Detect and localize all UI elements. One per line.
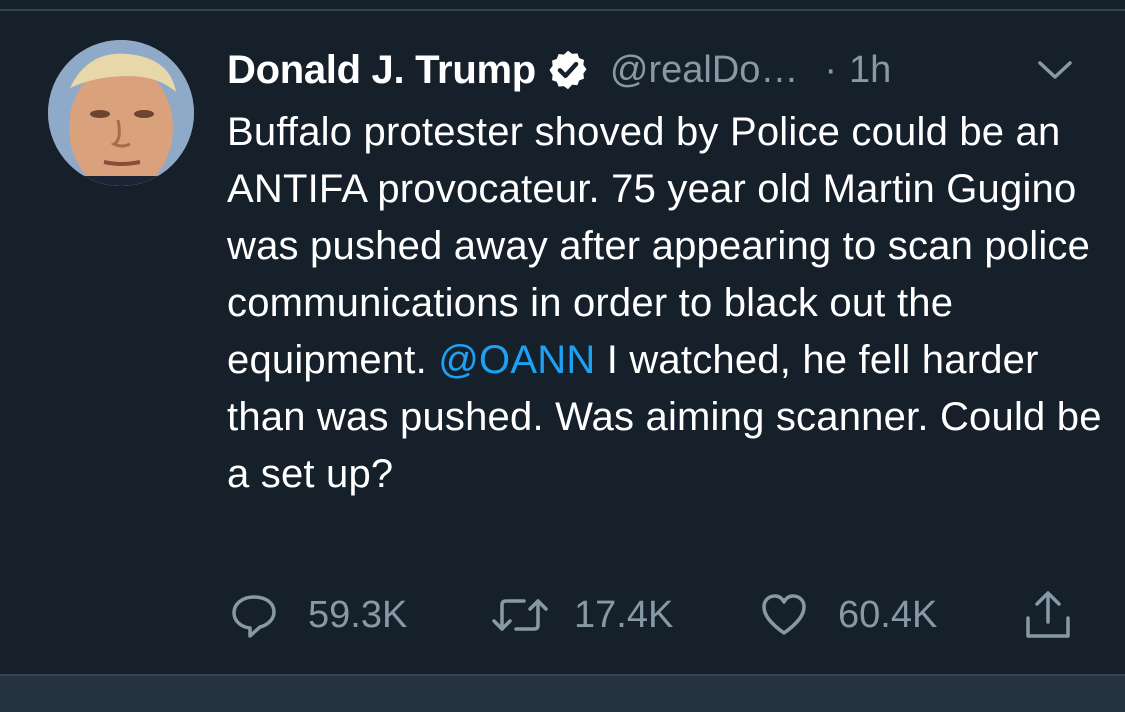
retweet-icon (492, 599, 548, 631)
avatar[interactable] (48, 40, 194, 186)
tweet-body: Buffalo protester shoved by Police could… (227, 104, 1107, 503)
tweet-actions: 59.3K 17.4K 60.4K (0, 588, 1125, 642)
reply-button[interactable]: 59.3K (230, 588, 407, 642)
retweet-button[interactable]: 17.4K (492, 588, 673, 642)
tweet-header: Donald J. Trump @realDo… · 1h (227, 44, 891, 96)
reply-icon (232, 595, 276, 638)
author-name[interactable]: Donald J. Trump (227, 48, 536, 93)
like-count: 60.4K (838, 593, 938, 636)
like-button[interactable]: 60.4K (760, 588, 937, 642)
top-divider (0, 9, 1125, 11)
avatar-portrait (48, 40, 194, 186)
chevron-down-icon[interactable] (1036, 58, 1074, 82)
tweet-view: Donald J. Trump @realDo… · 1h Buffalo pr… (0, 0, 1125, 712)
bottom-separator (0, 674, 1125, 712)
reply-count: 59.3K (308, 593, 408, 636)
author-handle[interactable]: @realDo… (610, 49, 799, 92)
tweet-time[interactable]: 1h (849, 49, 891, 92)
verified-badge-icon (549, 50, 587, 90)
share-icon (1026, 591, 1070, 638)
retweet-count: 17.4K (574, 593, 674, 636)
heart-icon (762, 594, 806, 635)
mention-link[interactable]: @OANN (438, 338, 595, 382)
share-button[interactable] (1024, 588, 1072, 642)
separator-dot: · (824, 48, 838, 91)
